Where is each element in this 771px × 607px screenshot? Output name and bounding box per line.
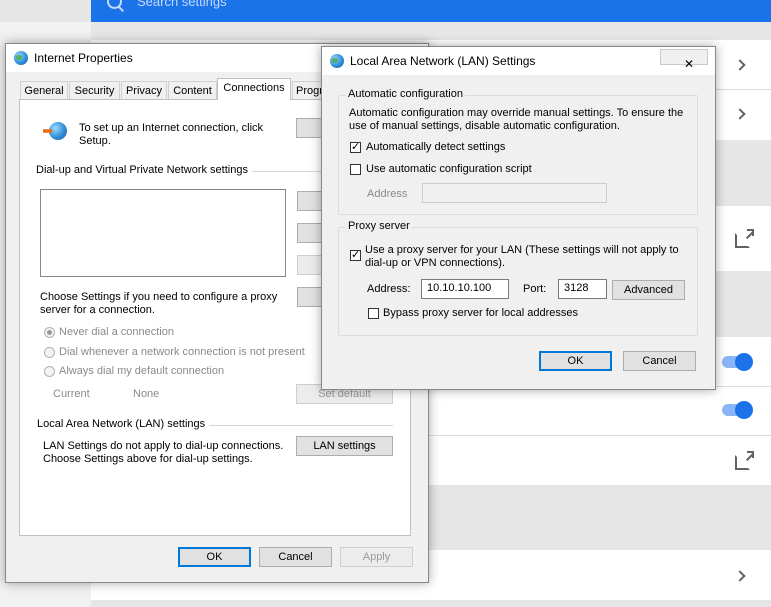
tab-connections[interactable]: Connections — [217, 78, 291, 100]
script-address-label: Address — [367, 188, 408, 200]
close-button[interactable]: ✕ — [660, 49, 708, 71]
bypass-local-checkbox[interactable] — [368, 308, 379, 319]
window-title: Local Area Network (LAN) Settings — [350, 54, 536, 68]
advanced-button[interactable]: Advanced — [612, 280, 685, 300]
tab-security[interactable]: Security — [69, 81, 120, 99]
auto-script-label: Use automatic configuration script — [366, 163, 532, 175]
proxy-group-title: Proxy server — [346, 220, 412, 232]
script-address-input[interactable] — [422, 183, 607, 203]
proxy-address-input[interactable]: 10.10.10.100 — [421, 279, 509, 299]
choose-settings-text: Choose Settings if you need to configure… — [40, 291, 278, 316]
radio-always-dial[interactable] — [44, 366, 55, 377]
group-divider — [209, 425, 393, 426]
open-in-new-icon[interactable] — [735, 229, 754, 248]
window-title: Internet Properties — [34, 51, 133, 65]
radio-never-dial-label: Never dial a connection — [59, 326, 174, 338]
port-label: Port: — [523, 283, 547, 295]
tab-privacy[interactable]: Privacy — [121, 81, 167, 99]
dialup-group-title: Dial-up and Virtual Private Network sett… — [36, 164, 248, 176]
toggle-switch[interactable] — [722, 401, 753, 419]
radio-dial-whenever[interactable] — [44, 347, 55, 358]
auto-config-description: Automatic configuration may override man… — [349, 107, 684, 132]
cancel-button[interactable]: Cancel — [259, 547, 332, 567]
bypass-local-label: Bypass proxy server for local addresses — [383, 307, 579, 319]
toggle-switch[interactable] — [722, 353, 753, 371]
search-icon — [107, 0, 122, 9]
lan-settings-button[interactable]: LAN settings — [296, 436, 393, 456]
ok-button[interactable]: OK — [178, 547, 251, 567]
group-divider — [252, 171, 326, 172]
radio-always-dial-label: Always dial my default connection — [59, 365, 225, 377]
setup-description: To set up an Internet connection, click … — [79, 122, 264, 147]
tab-content[interactable]: Content — [168, 81, 217, 99]
lan-note: LAN Settings do not apply to dial-up con… — [43, 440, 284, 465]
radio-dial-whenever-label: Dial whenever a network connection is no… — [59, 346, 305, 358]
toggle-knob — [735, 353, 753, 371]
lan-cancel-button[interactable]: Cancel — [623, 351, 696, 371]
proxy-address-label: Address: — [367, 283, 411, 295]
search-placeholder: Search settings — [137, 0, 227, 9]
auto-config-group-title: Automatic configuration — [346, 88, 465, 100]
connections-listbox[interactable] — [40, 189, 286, 277]
internet-globe-icon — [330, 54, 344, 68]
close-icon: ✕ — [684, 57, 695, 71]
current-value: None — [133, 388, 160, 400]
current-label: Current — [53, 388, 90, 400]
auto-detect-label: Automatically detect settings — [366, 141, 506, 153]
use-proxy-checkbox[interactable] — [350, 248, 361, 261]
lan-group-title: Local Area Network (LAN) settings — [37, 418, 206, 430]
title-bar[interactable]: Local Area Network (LAN) Settings — [322, 47, 715, 75]
auto-detect-checkbox[interactable] — [350, 140, 361, 153]
auto-script-checkbox[interactable] — [350, 164, 361, 175]
tab-general[interactable]: General — [20, 81, 68, 99]
network-setup-icon — [49, 122, 67, 140]
open-in-new-icon[interactable] — [735, 451, 754, 470]
port-input[interactable]: 3128 — [558, 279, 607, 299]
lan-ok-button[interactable]: OK — [539, 351, 612, 371]
use-proxy-label: Use a proxy server for your LAN (These s… — [365, 244, 679, 269]
toggle-knob — [735, 401, 753, 419]
apply-button[interactable]: Apply — [340, 547, 413, 567]
radio-never-dial[interactable] — [44, 327, 55, 338]
internet-globe-icon — [14, 51, 28, 65]
